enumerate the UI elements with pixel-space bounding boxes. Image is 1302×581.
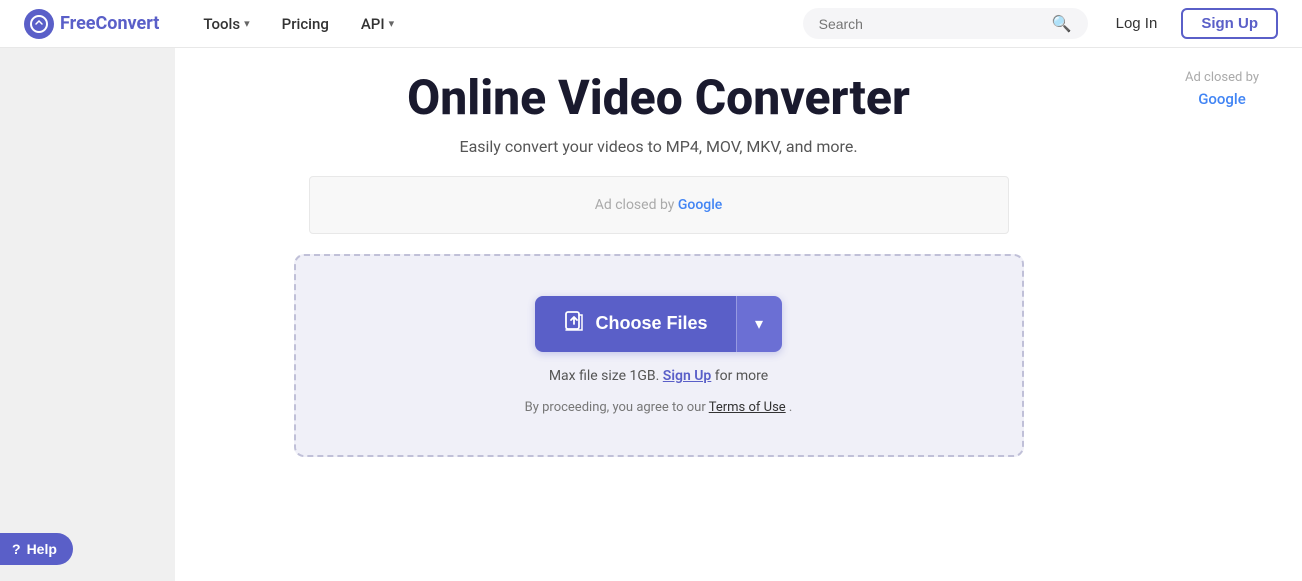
- search-input[interactable]: [819, 16, 1044, 32]
- choose-files-group: Choose Files ▾: [535, 296, 781, 352]
- signup-button[interactable]: Sign Up: [1181, 8, 1278, 39]
- terms-info: By proceeding, you agree to our Terms of…: [525, 400, 793, 415]
- right-sidebar-ad: Ad closed by Google: [1142, 48, 1302, 581]
- page-title: Online Video Converter: [407, 72, 910, 125]
- choose-files-button[interactable]: Choose Files: [535, 296, 735, 352]
- center-content: Online Video Converter Easily convert yo…: [175, 48, 1142, 581]
- help-icon: ?: [12, 541, 21, 557]
- nav-pricing[interactable]: Pricing: [270, 9, 341, 39]
- left-sidebar-ad: [0, 48, 175, 581]
- upload-dropzone[interactable]: Choose Files ▾ Max file size 1GB. Sign U…: [294, 254, 1024, 457]
- ad-banner: Ad closed by Google: [309, 176, 1009, 234]
- terms-of-use-link[interactable]: Terms of Use: [709, 400, 786, 415]
- header-actions: Log In Sign Up: [1104, 8, 1278, 39]
- chevron-down-icon: ▾: [389, 17, 395, 30]
- nav-api[interactable]: API ▾: [349, 9, 406, 39]
- page-subtitle: Easily convert your videos to MP4, MOV, …: [459, 137, 857, 156]
- choose-files-dropdown-button[interactable]: ▾: [736, 296, 782, 352]
- search-icon: 🔍: [1052, 14, 1072, 33]
- logo-icon: [24, 9, 54, 39]
- main-content: Online Video Converter Easily convert yo…: [0, 48, 1302, 581]
- nav-tools[interactable]: Tools ▾: [191, 9, 261, 39]
- signup-link[interactable]: Sign Up: [663, 368, 712, 384]
- chevron-down-icon: ▾: [755, 314, 763, 334]
- search-bar[interactable]: 🔍: [803, 8, 1088, 39]
- chevron-down-icon: ▾: [244, 17, 250, 30]
- right-ad-text: Ad closed by Google: [1185, 68, 1259, 110]
- logo-text: FreeConvert: [60, 13, 159, 34]
- file-size-info: Max file size 1GB. Sign Up for more: [549, 368, 768, 384]
- main-nav: Tools ▾ Pricing API ▾: [191, 9, 802, 39]
- help-button[interactable]: ? Help: [0, 533, 73, 565]
- login-button[interactable]: Log In: [1104, 9, 1170, 38]
- logo[interactable]: FreeConvert: [24, 9, 159, 39]
- file-upload-icon: [563, 310, 585, 338]
- header: FreeConvert Tools ▾ Pricing API ▾ 🔍 Log …: [0, 0, 1302, 48]
